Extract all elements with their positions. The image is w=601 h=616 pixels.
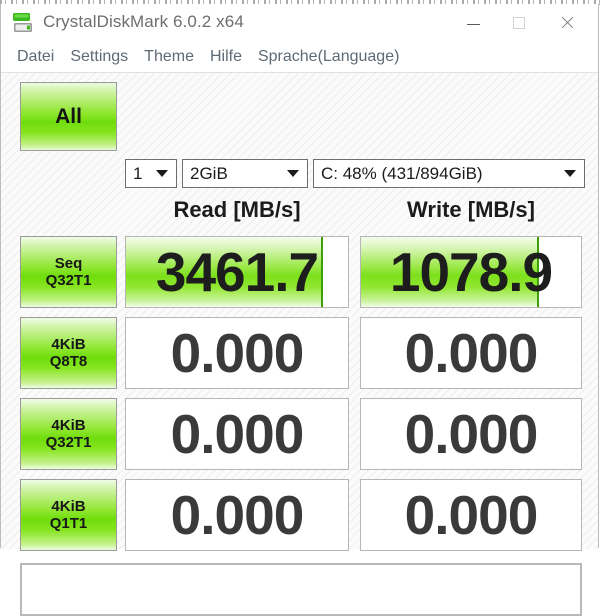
menu-item-settings[interactable]: Settings bbox=[62, 46, 136, 69]
run-all-button[interactable]: All bbox=[20, 82, 117, 151]
run-4kib-q8t8-button[interactable]: 4KiB Q8T8 bbox=[20, 317, 117, 389]
menu-item-theme[interactable]: Theme bbox=[136, 46, 202, 69]
run-4kib-q1t1-button[interactable]: 4KiB Q1T1 bbox=[20, 479, 117, 551]
row-label-line1: Seq bbox=[54, 254, 83, 272]
close-icon bbox=[560, 16, 574, 30]
row-label-line2: Q8T8 bbox=[49, 353, 88, 370]
maximize-button[interactable] bbox=[496, 4, 542, 42]
4kib-q1t1-write-score: 0.000 bbox=[360, 479, 582, 551]
title-bar: CrystalDiskMark 6.0.2 x64 bbox=[1, 4, 598, 42]
write-score-value: 0.000 bbox=[404, 484, 539, 546]
menu-item-sprache[interactable]: Sprache(Language) bbox=[250, 46, 407, 69]
4kib-q1t1-read-score: 0.000 bbox=[125, 479, 349, 551]
4kib-q8t8-write-score: 0.000 bbox=[360, 317, 582, 389]
read-score-value: 0.000 bbox=[170, 322, 305, 384]
disk-drive-icon bbox=[13, 13, 32, 32]
run-seq-q32t1-button[interactable]: Seq Q32T1 bbox=[20, 236, 117, 308]
4kib-q32t1-read-score: 0.000 bbox=[125, 398, 349, 470]
chevron-down-icon bbox=[564, 170, 576, 177]
maximize-icon bbox=[513, 17, 525, 29]
test-size-dropdown[interactable]: 2GiB bbox=[182, 159, 308, 188]
write-score-value: 1078.9 bbox=[389, 241, 553, 303]
write-column-header: Write [MB/s] bbox=[407, 197, 535, 222]
chevron-down-icon bbox=[156, 170, 168, 177]
status-message-box bbox=[20, 563, 582, 616]
read-column-header: Read [MB/s] bbox=[173, 197, 301, 222]
4kib-q32t1-write-score: 0.000 bbox=[360, 398, 582, 470]
minimize-icon bbox=[466, 23, 480, 25]
close-button[interactable] bbox=[544, 4, 590, 42]
test-size-value: 2GiB bbox=[190, 163, 228, 183]
window-title: CrystalDiskMark 6.0.2 x64 bbox=[43, 12, 244, 31]
write-score-value: 0.000 bbox=[404, 322, 539, 384]
test-count-dropdown[interactable]: 1 bbox=[125, 159, 177, 188]
test-count-value: 1 bbox=[133, 163, 143, 183]
target-drive-value: C: 48% (431/894GiB) bbox=[321, 163, 483, 183]
menu-item-datei[interactable]: Datei bbox=[9, 46, 62, 69]
row-label-line2: Q32T1 bbox=[45, 434, 92, 451]
target-drive-dropdown[interactable]: C: 48% (431/894GiB) bbox=[313, 159, 585, 188]
row-label-line2: Q1T1 bbox=[49, 515, 88, 532]
row-label-line1: 4KiB bbox=[51, 416, 86, 434]
row-label-line1: 4KiB bbox=[51, 335, 86, 353]
read-score-value: 0.000 bbox=[170, 403, 305, 465]
write-score-value: 0.000 bbox=[404, 403, 539, 465]
minimize-button[interactable] bbox=[450, 4, 496, 42]
row-label-line2: Q32T1 bbox=[45, 272, 92, 289]
benchmark-body: All 1 2GiB C: 48% (431/894GiB) Read [MB/… bbox=[1, 72, 598, 616]
read-score-value: 3461.7 bbox=[155, 241, 319, 303]
read-score-value: 0.000 bbox=[170, 484, 305, 546]
seq-q32t1-read-score: 3461.7 bbox=[125, 236, 349, 308]
run-4kib-q32t1-button[interactable]: 4KiB Q32T1 bbox=[20, 398, 117, 470]
chevron-down-icon bbox=[287, 170, 299, 177]
crystaldiskmark-window: CrystalDiskMark 6.0.2 x64 Datei Settings… bbox=[0, 4, 599, 616]
4kib-q8t8-read-score: 0.000 bbox=[125, 317, 349, 389]
menu-bar: Datei Settings Theme Hilfe Sprache(Langu… bbox=[1, 42, 598, 72]
row-label-line1: 4KiB bbox=[51, 497, 86, 515]
menu-item-hilfe[interactable]: Hilfe bbox=[202, 46, 250, 69]
seq-q32t1-write-score: 1078.9 bbox=[360, 236, 582, 308]
